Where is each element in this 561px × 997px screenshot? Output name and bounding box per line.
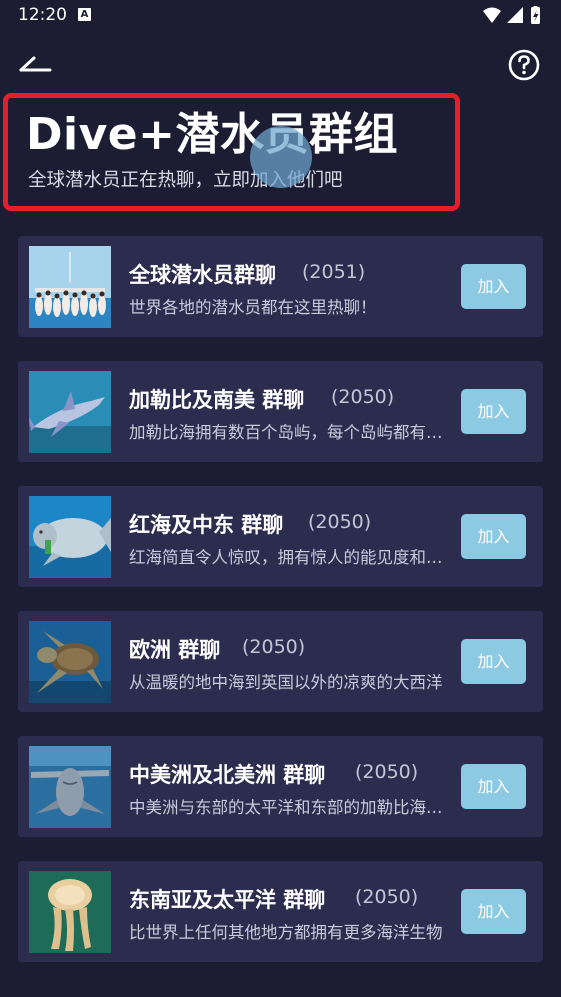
group-card[interactable]: 加勒比及南美 群聊 (2050) 加勒比海拥有数百个岛屿，每个岛屿都有其独特的魅… <box>18 361 543 462</box>
group-card[interactable]: 欧洲 群聊 (2050) 从温暖的地中海到英国以外的凉爽的大西洋 加入 <box>18 611 543 712</box>
status-bar: 12:20 A <box>0 0 561 32</box>
group-description: 红海简直令人惊叹，拥有惊人的能见度和丰富的海洋生物 <box>129 548 449 567</box>
group-title: 东南亚及太平洋 群聊 <box>129 888 326 912</box>
page-title: Dive+潜水员群组 <box>26 109 398 160</box>
group-title: 欧洲 群聊 <box>129 638 221 662</box>
join-button[interactable]: 加入 <box>461 764 526 809</box>
back-button[interactable] <box>16 48 56 78</box>
group-list: 全球潜水员群聊 (2051) 世界各地的潜水员都在这里热聊！ 加入 加勒比及南美… <box>18 236 543 986</box>
join-button[interactable]: 加入 <box>461 264 526 309</box>
group-title: 红海及中东 群聊 <box>129 513 284 537</box>
signal-icon <box>507 7 523 23</box>
group-description: 比世界上任何其他地方都拥有更多海洋生物 <box>129 923 443 942</box>
group-thumbnail <box>29 371 111 453</box>
hammerhead-shark-photo <box>29 746 111 828</box>
group-thumbnail <box>29 246 111 328</box>
jellyfish-photo <box>29 871 111 953</box>
group-member-count: (2050) <box>308 511 372 533</box>
wifi-icon <box>483 7 501 23</box>
group-card[interactable]: 东南亚及太平洋 群聊 (2050) 比世界上任何其他地方都拥有更多海洋生物 加入 <box>18 861 543 962</box>
group-title: 中美洲及北美洲 群聊 <box>129 763 326 787</box>
divers-group-photo <box>29 246 111 328</box>
group-description: 中美洲与东部的太平洋和东部的加勒比海相邻 <box>129 798 449 817</box>
group-thumbnail <box>29 871 111 953</box>
join-button[interactable]: 加入 <box>461 514 526 559</box>
group-card[interactable]: 红海及中东 群聊 (2050) 红海简直令人惊叹，拥有惊人的能见度和丰富的海洋生… <box>18 486 543 587</box>
sea-turtle-photo <box>29 621 111 703</box>
join-button[interactable]: 加入 <box>461 889 526 934</box>
notification-icon: A <box>78 8 91 21</box>
dugong-photo <box>29 496 111 578</box>
help-icon <box>508 49 540 81</box>
touch-indicator <box>250 126 312 188</box>
group-thumbnail <box>29 621 111 703</box>
help-button[interactable] <box>507 48 541 82</box>
join-button[interactable]: 加入 <box>461 639 526 684</box>
group-member-count: (2051) <box>302 261 366 283</box>
group-member-count: (2050) <box>242 636 306 658</box>
battery-icon <box>531 6 540 24</box>
group-member-count: (2050) <box>331 386 395 408</box>
group-title: 加勒比及南美 群聊 <box>129 388 305 412</box>
join-button[interactable]: 加入 <box>461 389 526 434</box>
back-arrow-icon <box>19 56 52 72</box>
top-bar <box>0 40 561 90</box>
group-description: 从温暖的地中海到英国以外的凉爽的大西洋 <box>129 673 443 692</box>
status-icons <box>483 6 540 24</box>
group-thumbnail <box>29 746 111 828</box>
group-card[interactable]: 全球潜水员群聊 (2051) 世界各地的潜水员都在这里热聊！ 加入 <box>18 236 543 337</box>
group-member-count: (2050) <box>355 761 419 783</box>
status-time: 12:20 <box>18 5 67 25</box>
group-title: 全球潜水员群聊 <box>129 263 276 287</box>
group-thumbnail <box>29 496 111 578</box>
group-card[interactable]: 中美洲及北美洲 群聊 (2050) 中美洲与东部的太平洋和东部的加勒比海相邻 加… <box>18 736 543 837</box>
group-description: 世界各地的潜水员都在这里热聊！ <box>129 298 377 317</box>
group-description: 加勒比海拥有数百个岛屿，每个岛屿都有其独特的魅力 <box>129 423 449 442</box>
shark-photo <box>29 371 111 453</box>
group-member-count: (2050) <box>355 886 419 908</box>
